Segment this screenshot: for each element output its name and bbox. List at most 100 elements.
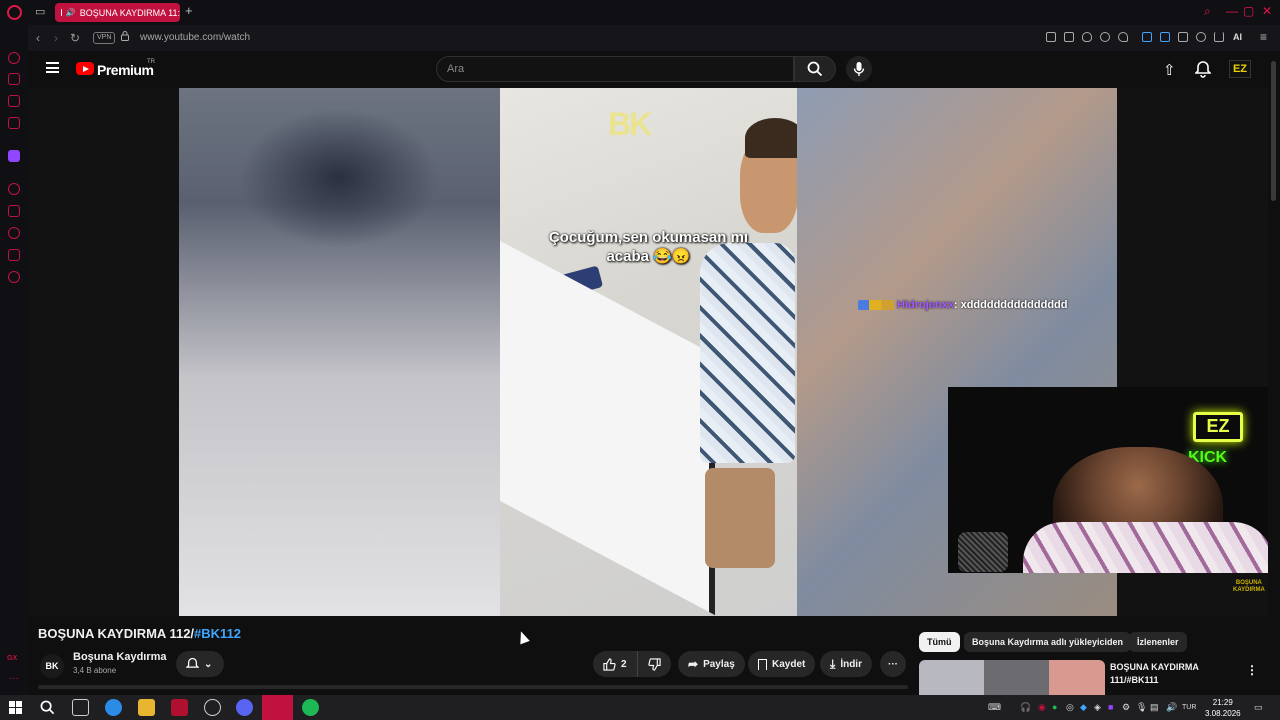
clock-time: 21:29 <box>1212 698 1233 707</box>
snapshot-icon[interactable] <box>1064 32 1074 42</box>
like-button[interactable]: 2 <box>593 651 637 677</box>
lock-icon[interactable] <box>121 31 129 41</box>
voice-search-button[interactable] <box>846 56 872 82</box>
dislike-button[interactable] <box>637 651 671 677</box>
minimize-icon[interactable]: — <box>1226 4 1238 18</box>
play-icon[interactable] <box>1100 32 1110 42</box>
download-button[interactable]: ⤓ İndir <box>820 651 872 677</box>
back-icon[interactable]: ‹ <box>36 31 40 45</box>
scrollbar-thumb[interactable] <box>1271 61 1276 201</box>
tray-spotify-icon[interactable]: ● <box>1052 702 1057 712</box>
taskbar-clock[interactable]: 21:29 3.08.2026 <box>1205 697 1241 719</box>
reload-icon[interactable]: ↻ <box>70 31 80 45</box>
tray-shield-icon[interactable]: ◈ <box>1094 702 1101 713</box>
tray-settings-icon[interactable]: ⚙ <box>1122 702 1130 713</box>
search-input[interactable] <box>437 57 793 81</box>
volume-icon[interactable]: 🔊 <box>1166 702 1177 713</box>
chip-watched[interactable]: İzlenenler <box>1129 632 1187 652</box>
share-button[interactable]: ➦ Paylaş <box>678 651 745 677</box>
task-view-icon[interactable] <box>72 699 89 716</box>
related-video-thumbnail[interactable] <box>919 660 1105 695</box>
twitch-tool-icon[interactable] <box>171 699 188 716</box>
video-hashtag-link[interactable]: #BK112 <box>194 626 241 641</box>
chevron-down-icon: ⌄ <box>204 658 213 670</box>
sidebar-m-icon[interactable] <box>8 117 20 129</box>
tray-mic-icon[interactable]: 🎙 <box>1136 702 1147 713</box>
close-window-icon[interactable]: ✕ <box>1262 4 1272 18</box>
download-icon[interactable] <box>1214 32 1224 42</box>
related-video-title[interactable]: BOŞUNA KAYDIRMA 111/#BK111 <box>1110 661 1240 687</box>
video-desk <box>500 240 715 616</box>
channel-name[interactable]: Boşuna Kaydırma <box>73 651 167 663</box>
video-player[interactable]: BK Çocuğum,sen okumasan mı acaba 😂😠 Hidr… <box>28 88 1268 616</box>
heart-icon[interactable] <box>1118 32 1128 42</box>
file-explorer-icon[interactable] <box>138 699 155 716</box>
edge-browser-icon[interactable] <box>105 699 122 716</box>
tray-twitch-icon[interactable]: ■ <box>1108 702 1113 712</box>
browser-menu-icon[interactable]: ≡ <box>1260 30 1267 44</box>
keyboard-icon[interactable]: ⌨ <box>988 702 1001 713</box>
opera-logo-icon[interactable] <box>7 5 22 20</box>
create-upload-icon[interactable]: ⇧ <box>1163 61 1176 79</box>
sidebar-bookmark-icon[interactable] <box>8 205 20 217</box>
windows-start-icon[interactable] <box>9 701 22 714</box>
description-box-edge[interactable] <box>38 685 908 689</box>
language-indicator[interactable]: TUR <box>1182 704 1196 711</box>
sidebar-messenger-icon[interactable] <box>8 73 20 85</box>
steam-like-icon[interactable] <box>204 699 221 716</box>
hamburger-menu-icon[interactable] <box>46 62 59 73</box>
video-boy-hair <box>745 118 797 158</box>
maximize-icon[interactable]: ▢ <box>1243 4 1254 18</box>
audio-extension-icon[interactable] <box>1142 32 1152 42</box>
extensions-icon[interactable] <box>1178 32 1188 42</box>
new-tab-icon[interactable]: + <box>185 3 193 18</box>
sidebar-speed-dial-icon[interactable] <box>8 52 20 64</box>
youtube-logo-icon[interactable] <box>76 62 94 75</box>
tab-menu-icon[interactable]: ▭ <box>35 6 49 18</box>
watch-metadata: BOŞUNA KAYDIRMA 112/#BK112 BK Boşuna Kay… <box>28 616 1268 695</box>
profile-icon[interactable] <box>1196 32 1206 42</box>
bell-icon <box>186 657 199 668</box>
shield-icon[interactable] <box>1082 32 1092 42</box>
subscription-bell-button[interactable]: ⌄ <box>176 651 224 677</box>
pin-icon[interactable] <box>1046 32 1056 42</box>
chip-all[interactable]: Tümü <box>919 632 960 652</box>
page-scrollbar[interactable] <box>1268 51 1280 695</box>
sidebar-twitch-icon[interactable] <box>8 150 20 162</box>
notifications-bell-icon[interactable] <box>1195 60 1211 78</box>
chip-from-uploader[interactable]: Boşuna Kaydırma adlı yükleyiciden <box>964 632 1132 652</box>
sidebar-extensions-icon[interactable] <box>8 249 20 261</box>
save-button[interactable]: Kaydet <box>748 651 816 677</box>
related-video-menu-icon[interactable]: ⋮ <box>1246 663 1258 677</box>
sidebar-settings-icon[interactable] <box>8 271 20 283</box>
search-button[interactable] <box>794 56 836 82</box>
tray-opera-icon[interactable]: ◉ <box>1038 702 1046 713</box>
spotify-icon[interactable] <box>302 699 319 716</box>
sidebar-history-icon[interactable] <box>8 227 20 239</box>
network-icon[interactable]: ▤ <box>1150 702 1159 713</box>
search-tabs-icon[interactable]: ⌕ <box>1204 4 1211 19</box>
youtube-premium-logo[interactable]: Premium <box>97 62 154 78</box>
channel-avatar[interactable]: BK <box>40 654 64 678</box>
sidebar-more-icon[interactable]: ··· <box>9 673 19 684</box>
more-actions-button[interactable]: ··· <box>880 651 906 677</box>
discord-icon[interactable] <box>236 699 253 716</box>
forward-icon[interactable]: › <box>54 31 58 45</box>
vpn-badge[interactable]: VPN <box>93 32 116 44</box>
tray-app-icon[interactable]: ◆ <box>1080 702 1087 713</box>
account-avatar[interactable]: EZ <box>1229 60 1251 78</box>
browser-tab-active[interactable]: 🔊 BOŞUNA KAYDIRMA 11: <box>55 3 180 22</box>
sidebar-tv-icon[interactable] <box>8 95 20 107</box>
taskbar-search-icon[interactable] <box>40 700 55 715</box>
sidebar-player-icon[interactable] <box>8 183 20 195</box>
sidebar-gx-label[interactable]: GX <box>7 655 17 662</box>
headset-icon[interactable]: 🎧 <box>1020 702 1031 713</box>
url-field[interactable]: www.youtube.com/watch <box>140 32 250 43</box>
video-caption-line-2: acaba 😂😠 <box>606 248 691 265</box>
translate-icon[interactable] <box>1160 32 1170 42</box>
notification-center-icon[interactable]: ▭ <box>1254 702 1263 713</box>
tray-steam-icon[interactable]: ◎ <box>1066 702 1074 713</box>
opera-gx-taskbar-icon[interactable] <box>262 695 293 720</box>
ai-button[interactable]: AI <box>1233 32 1242 42</box>
video-frame[interactable]: BK Çocuğum,sen okumasan mı acaba 😂😠 <box>500 88 797 616</box>
